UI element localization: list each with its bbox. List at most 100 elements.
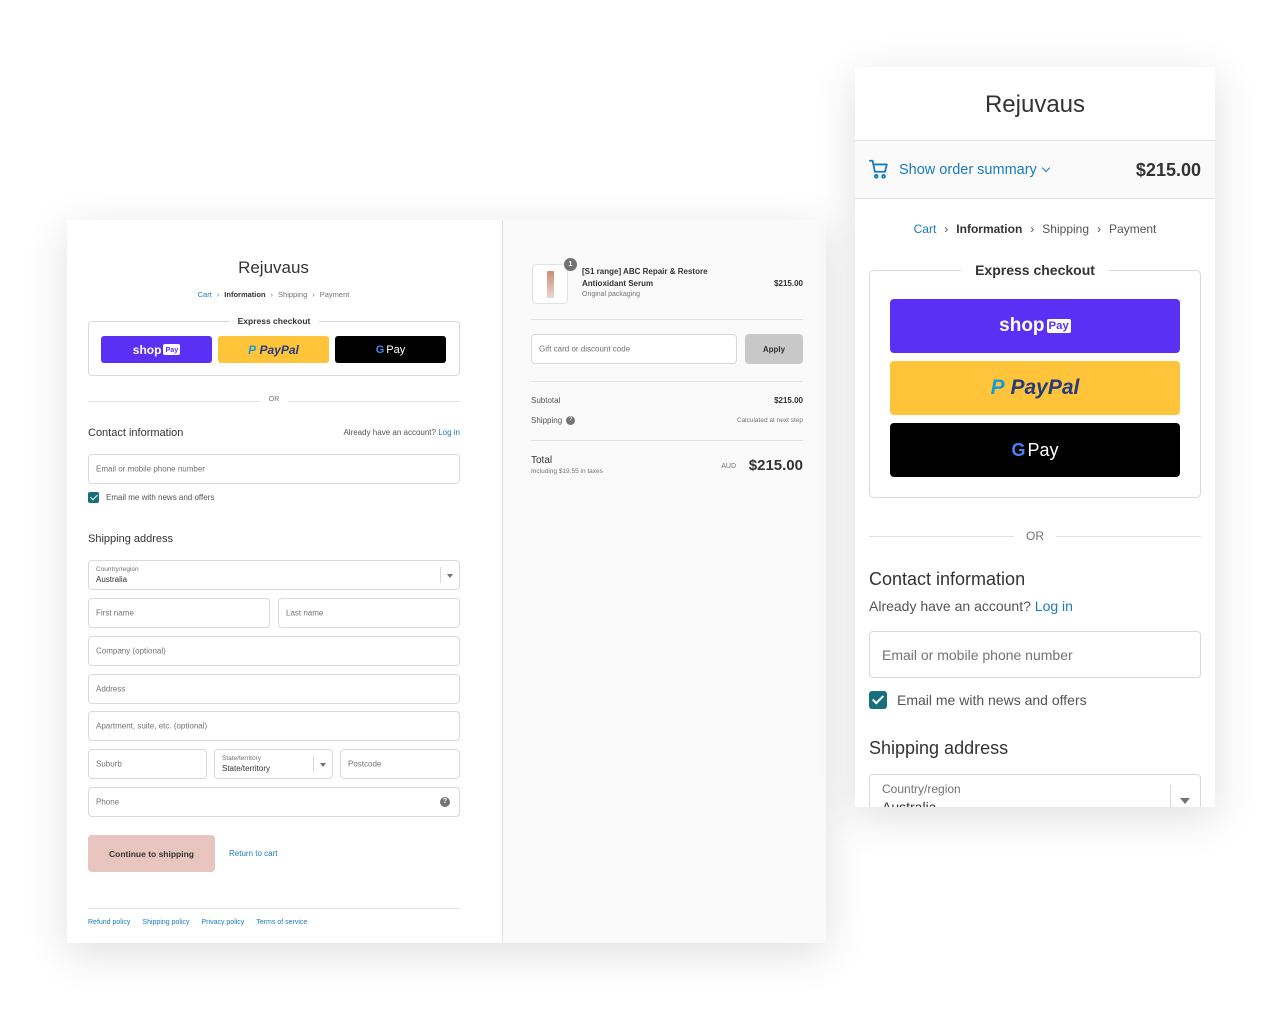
divider	[531, 440, 803, 441]
contact-heading: Contact information	[88, 427, 184, 439]
footer-links: Refund policy Shipping policy Privacy poli…	[88, 908, 460, 926]
shipping-heading: Shipping address	[88, 533, 174, 545]
breadcrumb: Cart › Information › Shipping › Payment	[67, 290, 480, 299]
shipping-heading: Shipping address	[869, 738, 1009, 758]
google-pay-button[interactable]: G Pay	[335, 336, 446, 363]
email-field[interactable]: Email or mobile phone number	[88, 454, 460, 484]
breadcrumb-information: Information	[224, 290, 266, 299]
or-divider: OR	[88, 396, 460, 406]
apply-button[interactable]: Apply	[745, 334, 803, 364]
divider	[531, 319, 803, 320]
newsletter-checkbox[interactable]	[88, 492, 99, 503]
product-variant: Original packaging	[582, 291, 640, 298]
quantity-badge: 1	[564, 258, 577, 271]
select-arrow-icon	[440, 567, 459, 583]
select-arrow-icon	[313, 756, 332, 772]
chevron-right-icon: ›	[1030, 222, 1035, 236]
show-order-summary[interactable]: Show order summary	[899, 162, 1051, 178]
account-prompt-text: Already have an account?	[869, 598, 1031, 614]
footer-terms-of-service[interactable]: Terms of service	[256, 919, 307, 926]
shipping-row: Shipping?	[531, 416, 576, 426]
footer-privacy-policy[interactable]: Privacy policy	[202, 919, 245, 926]
company-field[interactable]: Company (optional)	[88, 636, 460, 666]
postcode-field[interactable]: Postcode	[340, 749, 460, 779]
store-title[interactable]: Rejuvaus	[67, 258, 480, 278]
shop-pay-button[interactable]: shop Pay	[890, 299, 1180, 353]
breadcrumb-shipping: Shipping	[1042, 222, 1090, 236]
breadcrumb-cart[interactable]: Cart	[198, 290, 212, 299]
login-link[interactable]: Log in	[1035, 598, 1073, 614]
postcode-placeholder: Postcode	[348, 759, 382, 769]
return-to-cart-link[interactable]: Return to cart	[229, 849, 277, 858]
state-value: State/territory	[222, 764, 271, 773]
chevron-right-icon: ›	[216, 290, 220, 299]
store-title[interactable]: Rejuvaus	[855, 91, 1215, 119]
address-field[interactable]: Address	[88, 674, 460, 704]
phone-field[interactable]: Phone ?	[88, 787, 460, 817]
login-link[interactable]: Log in	[438, 428, 460, 437]
total-label: Total	[531, 455, 553, 466]
summary-total: $215.00	[1135, 160, 1201, 180]
address-placeholder: Address	[96, 684, 126, 694]
breadcrumb-cart[interactable]: Cart	[914, 222, 937, 236]
chevron-down-icon	[1041, 163, 1051, 173]
email-field[interactable]: Email or mobile phone number	[869, 631, 1201, 678]
gift-card-field[interactable]: Gift card or discount code	[531, 334, 737, 364]
checkout-main: Rejuvaus Cart › Information › Shipping › Payme…	[67, 220, 502, 943]
google-g-icon: G	[375, 343, 385, 356]
account-prompt-text: Already have an account?	[343, 428, 436, 437]
cart-icon	[868, 159, 888, 179]
product-price: $215.00	[774, 279, 803, 288]
footer-refund-policy[interactable]: Refund policy	[88, 919, 130, 926]
breadcrumb-payment: Payment	[1109, 222, 1157, 236]
paypal-button[interactable]: P PayPal	[890, 361, 1180, 415]
chevron-right-icon: ›	[944, 222, 949, 236]
help-icon[interactable]: ?	[440, 797, 450, 807]
shop-pay-tag: Pay	[163, 344, 181, 355]
last-name-placeholder: Last name	[286, 608, 324, 618]
country-select[interactable]: Country/region Australia	[869, 774, 1201, 807]
express-checkout-label: Express checkout	[229, 316, 319, 326]
first-name-field[interactable]: First name	[88, 598, 270, 628]
newsletter-checkbox[interactable]	[869, 691, 887, 709]
shop-pay-button[interactable]: shop Pay	[101, 336, 212, 363]
suburb-field[interactable]: Suburb	[88, 749, 207, 779]
currency-code: AUD	[721, 463, 736, 470]
order-summary-toggle[interactable]: Show order summary $215.00	[855, 140, 1215, 199]
footer-shipping-policy[interactable]: Shipping policy	[142, 919, 189, 926]
select-arrow-icon	[1170, 785, 1200, 807]
shop-pay-word: shop	[999, 315, 1045, 336]
email-placeholder: Email or mobile phone number	[882, 646, 1073, 663]
express-checkout: Express checkout shop Pay P PayPal G Pay	[88, 316, 460, 376]
subtotal-value: $215.00	[774, 396, 803, 405]
chevron-right-icon: ›	[270, 290, 274, 299]
google-pay-button[interactable]: G Pay	[890, 423, 1180, 477]
divider	[531, 381, 803, 382]
newsletter-label: Email me with news and offers	[106, 493, 215, 502]
suburb-placeholder: Suburb	[96, 759, 122, 769]
shipping-label: Shipping	[531, 416, 563, 425]
product-name: [S1 range] ABC Repair & Restore Antioxid…	[582, 267, 708, 288]
newsletter-label: Email me with news and offers	[897, 692, 1087, 708]
country-select[interactable]: Country/region Australia	[88, 560, 460, 590]
last-name-field[interactable]: Last name	[278, 598, 460, 628]
express-checkout-label: Express checkout	[961, 262, 1109, 278]
paypal-button[interactable]: P PayPal	[218, 336, 329, 363]
paypal-logo-icon: P	[990, 376, 1005, 399]
help-icon[interactable]: ?	[566, 416, 576, 426]
country-label: Country/region	[882, 782, 961, 796]
product-thumbnail	[532, 264, 568, 304]
state-select[interactable]: State/territory State/territory	[214, 749, 333, 779]
country-value: Australia	[882, 799, 937, 807]
company-placeholder: Company (optional)	[96, 646, 166, 656]
google-pay-text: Pay	[386, 343, 406, 356]
breadcrumb-information: Information	[956, 222, 1023, 236]
google-pay-text: Pay	[1027, 439, 1059, 460]
apartment-field[interactable]: Apartment, suite, etc. (optional)	[88, 711, 460, 741]
contact-heading: Contact information	[869, 569, 1026, 589]
paypal-text: PayPal	[1010, 376, 1080, 399]
breadcrumb-shipping: Shipping	[278, 290, 308, 299]
paypal-text: PayPal	[259, 342, 299, 357]
continue-to-shipping-button[interactable]: Continue to shipping	[88, 835, 215, 872]
desktop-checkout: Rejuvaus Cart › Information › Shipping › Payme…	[67, 220, 826, 943]
